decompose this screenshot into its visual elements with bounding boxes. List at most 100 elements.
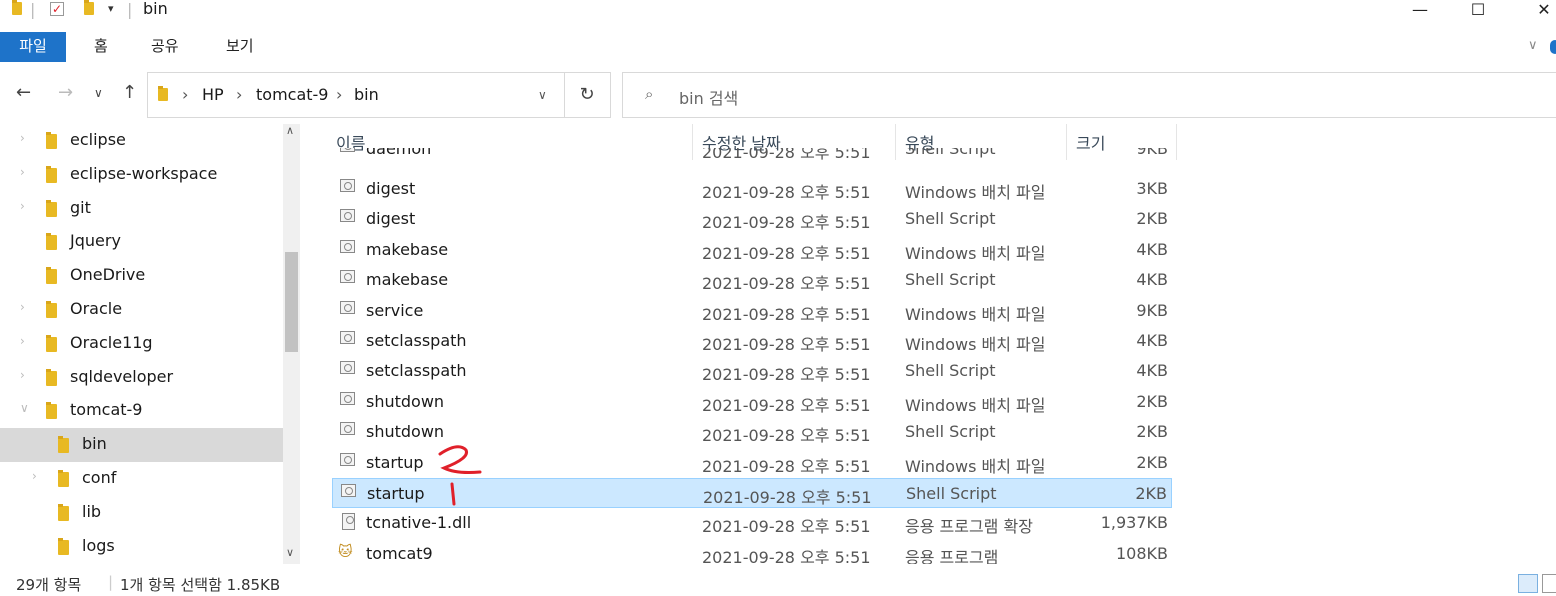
window-title: bin	[143, 0, 168, 18]
separator: |	[127, 0, 133, 19]
tab-share[interactable]: 공유	[145, 32, 185, 62]
nav-item-jquery[interactable]: Jquery	[0, 225, 283, 259]
nav-item-label: conf	[82, 468, 117, 487]
file-name: makebase	[366, 239, 449, 259]
file-type: Windows 배치 파일	[905, 456, 1046, 476]
properties-check-icon[interactable]: ✓	[50, 2, 64, 16]
nav-item-eclipse[interactable]: › eclipse	[0, 124, 283, 158]
folder-icon	[158, 86, 168, 101]
file-date: 2021-09-28 오후 5:51	[702, 183, 871, 202]
back-arrow-icon[interactable]: ←	[16, 82, 31, 103]
nav-item-sqldeveloper[interactable]: › sqldeveloper	[0, 361, 283, 395]
tab-view[interactable]: 보기	[220, 32, 260, 62]
tab-file[interactable]: 파일	[0, 32, 66, 62]
folder-icon	[46, 334, 57, 352]
close-icon[interactable]: ✕	[1524, 0, 1556, 19]
expand-ribbon-icon[interactable]: ∨	[1528, 38, 1538, 53]
search-box[interactable]: ⌕ bin 검색	[622, 72, 1556, 118]
file-date: 2021-09-28 오후 5:51	[702, 426, 871, 446]
table-row[interactable]: shutdown 2021-09-28 오후 5:51 Windows 배치 파일 2…	[332, 387, 1172, 417]
chevron-right-icon[interactable]: ›	[32, 469, 37, 483]
tab-home[interactable]: 홈	[88, 32, 114, 62]
chevron-right-icon[interactable]: ›	[20, 368, 25, 382]
chevron-right-icon[interactable]: ›	[236, 85, 242, 104]
script-icon	[340, 300, 355, 314]
up-arrow-icon[interactable]: ↑	[122, 82, 137, 103]
file-size: 9KB	[1136, 300, 1168, 320]
script-icon	[340, 361, 355, 375]
folder-icon	[46, 301, 57, 318]
refresh-icon[interactable]: ↻	[564, 72, 611, 118]
scroll-down-icon[interactable]: ∨	[286, 546, 294, 559]
file-type: Shell Script	[905, 270, 996, 290]
table-row[interactable]: makebase 2021-09-28 오후 5:51 Windows 배치 파일 4…	[332, 235, 1172, 265]
item-count: 29개 항목	[16, 576, 82, 594]
breadcrumb-hp[interactable]: HP	[202, 85, 224, 104]
selection-info: 1개 항목 선택함 1.85KB	[120, 576, 281, 594]
scroll-up-icon[interactable]: ∧	[286, 124, 294, 137]
search-placeholder: bin 검색	[679, 89, 739, 108]
large-icons-view-icon[interactable]	[1542, 574, 1556, 593]
nav-item-git[interactable]: › git	[0, 192, 283, 226]
file-size: 3KB	[1136, 179, 1168, 198]
chevron-right-icon[interactable]: ›	[20, 165, 25, 179]
nav-item-oracle11g[interactable]: › Oracle11g	[0, 327, 283, 361]
table-row[interactable]: digest 2021-09-28 오후 5:51 Shell Script 2KB	[332, 204, 1172, 234]
table-row[interactable]: makebase 2021-09-28 오후 5:51 Shell Script 4K…	[332, 265, 1172, 295]
tomcat-app-icon: 🐱	[338, 543, 353, 560]
table-row[interactable]: 🐱 tomcat9 2021-09-28 오후 5:51 응용 프로그램 108KB	[332, 539, 1172, 564]
file-date: 2021-09-28 오후 5:51	[702, 547, 871, 564]
table-row[interactable]: tcnative-1.dll 2021-09-28 오후 5:51 응용 프로그램 …	[332, 508, 1172, 538]
breadcrumb-bin[interactable]: bin	[354, 85, 379, 104]
file-size: 2KB	[1136, 452, 1168, 472]
help-icon[interactable]	[1550, 40, 1556, 54]
nav-item-oracle[interactable]: › Oracle	[0, 293, 283, 327]
nav-item-lib[interactable]: lib	[0, 496, 283, 530]
details-view-icon[interactable]	[1518, 574, 1538, 593]
nav-item-onedrive[interactable]: OneDrive	[0, 259, 283, 293]
nav-item-bin[interactable]: bin	[0, 428, 283, 463]
annotation-1-stroke	[450, 482, 456, 506]
forward-arrow-icon[interactable]: →	[58, 82, 73, 103]
quick-access-dropdown-icon[interactable]: ▾	[108, 2, 114, 15]
nav-item-tomcat-9[interactable]: ∨ tomcat-9	[0, 394, 283, 428]
file-name: setclasspath	[366, 331, 467, 350]
table-row[interactable]: service 2021-09-28 오후 5:51 Windows 배치 파일 9K…	[332, 296, 1172, 326]
chevron-right-icon[interactable]: ›	[182, 85, 188, 104]
address-dropdown-icon[interactable]: ∨	[538, 88, 547, 102]
new-folder-icon[interactable]	[84, 0, 94, 15]
address-row: ← → ∨ ↑ › HP › tomcat-9 › bin ∨ ↻ ⌕ bin …	[0, 72, 1556, 118]
file-type: Shell Script	[906, 484, 997, 503]
nav-item-label: Oracle	[70, 299, 123, 318]
nav-item-conf[interactable]: › conf	[0, 462, 283, 496]
nav-item-eclipse-workspace[interactable]: › eclipse-workspace	[0, 158, 283, 192]
breadcrumb-tomcat-9[interactable]: tomcat-9	[256, 85, 328, 104]
recent-locations-icon[interactable]: ∨	[94, 86, 103, 100]
minimize-icon[interactable]: —	[1400, 0, 1440, 19]
file-name: setclasspath	[366, 361, 467, 381]
column-divider[interactable]	[1176, 124, 1177, 160]
file-size: 9KB	[1136, 148, 1168, 158]
file-name: tomcat9	[366, 543, 433, 563]
nav-item-logs[interactable]: logs	[0, 530, 283, 564]
file-name: tcnative-1.dll	[366, 513, 472, 533]
separator: |	[108, 573, 114, 591]
table-row[interactable]: setclasspath 2021-09-28 오후 5:51 Shell Scri…	[332, 356, 1172, 386]
file-size: 4KB	[1136, 361, 1168, 381]
chevron-right-icon[interactable]: ›	[20, 300, 25, 314]
table-row[interactable]: setclasspath 2021-09-28 오후 5:51 Windows 배치…	[332, 326, 1172, 356]
address-bar[interactable]: › HP › tomcat-9 › bin ∨	[147, 72, 565, 118]
maximize-icon[interactable]: ☐	[1458, 0, 1498, 19]
chevron-right-icon[interactable]: ›	[20, 131, 25, 145]
table-row[interactable]: digest 2021-09-28 오후 5:51 Windows 배치 파일 3KB	[332, 174, 1172, 204]
chevron-right-icon[interactable]: ›	[20, 199, 25, 213]
chevron-right-icon[interactable]: ›	[20, 334, 25, 348]
table-row[interactable]: daemon 2021-09-28 오후 5:51 Shell Script 9…	[332, 148, 1172, 166]
folder-icon	[58, 470, 69, 487]
chevron-down-icon[interactable]: ∨	[20, 401, 29, 415]
chevron-right-icon[interactable]: ›	[336, 85, 342, 104]
file-size: 2KB	[1136, 391, 1168, 411]
file-size: 4KB	[1136, 331, 1168, 350]
nav-scrollbar-thumb[interactable]	[285, 252, 298, 352]
script-icon	[340, 270, 355, 284]
